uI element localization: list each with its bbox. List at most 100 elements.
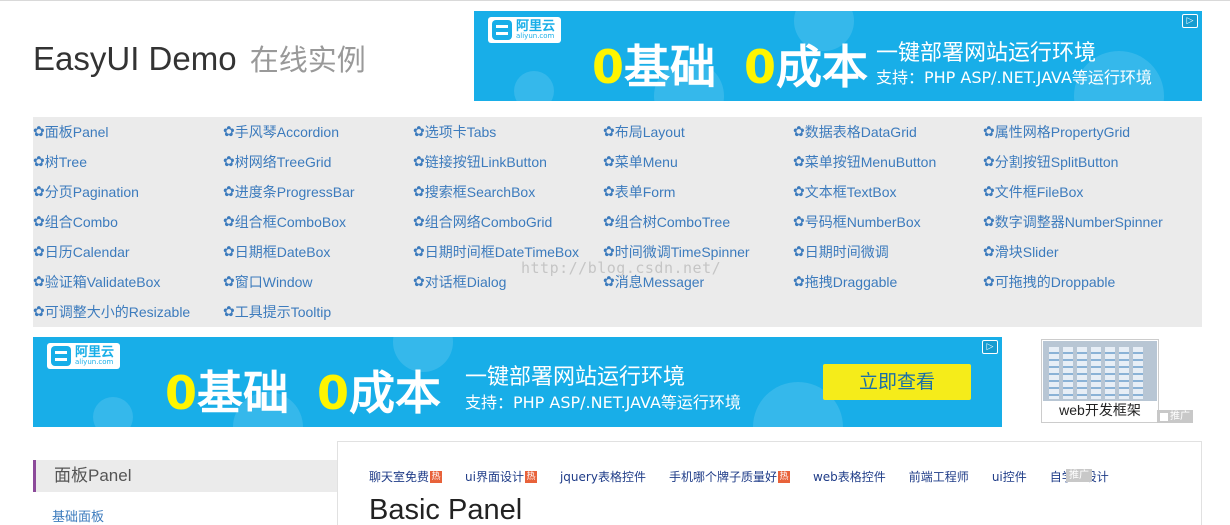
demo-nav-item-label: 组合树ComboTree (614, 214, 731, 230)
demo-nav-item[interactable]: ✿ 组合网络ComboGrid (413, 207, 603, 237)
demo-nav-item[interactable]: ✿ 组合Combo (33, 207, 223, 237)
hot-links-bar: 聊天室免费热 ui界面设计热 jquery表格控件 手机哪个牌子质量好热 web表格控件… (369, 468, 1132, 485)
demo-nav-item[interactable]: ✿ 拖拽Draggable (793, 267, 983, 297)
demo-nav-item[interactable]: ✿ 日期框DateBox (223, 237, 413, 267)
promo-tag-content[interactable]: 推广 (1066, 469, 1092, 482)
demo-nav-item[interactable]: ✿ 工具提示Tooltip (223, 297, 413, 327)
demo-nav-item-label: 菜单Menu (614, 154, 678, 170)
demo-nav-item-label: 树网络TreeGrid (234, 154, 332, 170)
hot-link[interactable]: jquery表格控件 (560, 468, 646, 485)
demo-nav-item[interactable]: ✿ 组合框ComboBox (223, 207, 413, 237)
demo-nav-item[interactable]: ✿ 验证箱ValidateBox (33, 267, 223, 297)
hot-link[interactable]: ui界面设计热 (465, 468, 537, 485)
demo-nav-item[interactable]: ✿ 可调整大小的Resizable (33, 297, 223, 327)
demo-nav-item-label: 分页Pagination (44, 184, 139, 200)
demo-nav-item-label: 数字调整器NumberSpinner (994, 214, 1163, 230)
demo-nav-item[interactable]: ✿ 文件框FileBox (983, 177, 1173, 207)
demo-nav-item[interactable]: ✿ 面板Panel (33, 117, 223, 147)
side-ad-web-framework[interactable]: web开发框架 (1041, 339, 1159, 423)
demo-nav-item-label: 可拖拽的Droppable (994, 274, 1116, 290)
promo-icon (1160, 412, 1168, 421)
gear-icon: ✿ (223, 304, 235, 320)
demo-nav-item[interactable]: ✿ 表单Form (603, 177, 793, 207)
demo-nav-item[interactable]: ✿ 菜单Menu (603, 147, 793, 177)
demo-nav-item-label: 文件框FileBox (994, 184, 1084, 200)
aliyun-logo-icon (492, 20, 512, 40)
ad-choices-icon[interactable]: ▷ (1182, 14, 1198, 28)
demo-nav-item[interactable]: ✿ 搜索框SearchBox (413, 177, 603, 207)
demo-nav-item-label: 属性网格PropertyGrid (994, 124, 1131, 140)
gear-icon: ✿ (33, 244, 45, 260)
framework-thumbnail (1043, 341, 1157, 401)
gear-icon: ✿ (793, 274, 805, 290)
aliyun-logo: 阿里云 aliyun.com (488, 17, 562, 43)
demo-nav-item-label: 日期时间微调 (804, 244, 889, 260)
hot-link[interactable]: web表格控件 (813, 468, 886, 485)
demo-nav-item[interactable]: ✿ 链接按钮LinkButton (413, 147, 603, 177)
gear-icon: ✿ (223, 154, 235, 170)
ad-support-text: 支持：PHP ASP/.NET.JAVA等运行环境 (465, 393, 741, 412)
demo-nav-item[interactable]: ✿ 分页Pagination (33, 177, 223, 207)
ad-tagline: 一键部署网站运行环境 (465, 365, 686, 390)
content-title: Basic Panel (369, 494, 523, 525)
demo-nav-item-label: 树Tree (44, 154, 88, 170)
sidebar-item-basic-panel[interactable]: 基础面板 (52, 506, 337, 525)
demo-nav-item[interactable]: ✿ 数据表格DataGrid (793, 117, 983, 147)
logo-en-text: aliyun.com (75, 358, 114, 366)
demo-nav-item[interactable]: ✿ 可拖拽的Droppable (983, 267, 1173, 297)
blog-watermark: http://blog.csdn.net/ (521, 259, 722, 277)
gear-icon: ✿ (413, 214, 425, 230)
demo-nav-item[interactable]: ✿ 数字调整器NumberSpinner (983, 207, 1173, 237)
hot-link[interactable]: 前端工程师 (909, 468, 969, 485)
demo-nav-item[interactable]: ✿ 滑块Slider (983, 237, 1173, 267)
gear-icon: ✿ (413, 274, 425, 290)
demo-nav-panel: ✿ 面板Panel ✿ 手风琴Accordion ✿ 选项卡Tabs ✿ 布局Layout ✿ 数… (33, 117, 1202, 327)
demo-nav-item[interactable]: ✿ 树Tree (33, 147, 223, 177)
content-area: 聊天室免费热 ui界面设计热 jquery表格控件 手机哪个牌子质量好热 web表格控件… (337, 441, 1202, 525)
demo-nav-item-label: 菜单按钮MenuButton (804, 154, 937, 170)
page-title-subtitle: 在线实例 (249, 43, 366, 77)
demo-nav-item[interactable]: ✿ 文本框TextBox (793, 177, 983, 207)
gear-icon: ✿ (793, 124, 805, 140)
demo-nav-item[interactable]: ✿ 分割按钮SplitButton (983, 147, 1173, 177)
ad-choices-icon[interactable]: ▷ (982, 340, 998, 354)
demo-nav-item[interactable]: ✿ 号码框NumberBox (793, 207, 983, 237)
demo-nav-item[interactable]: ✿ 树网络TreeGrid (223, 147, 413, 177)
gear-icon: ✿ (603, 244, 615, 260)
gear-icon: ✿ (413, 184, 425, 200)
demo-nav-item[interactable]: ✿ 日期时间微调 (793, 237, 983, 267)
demo-nav-item-label: 组合网络ComboGrid (424, 214, 553, 230)
demo-nav-item-label: 滑块Slider (994, 244, 1059, 260)
hot-link[interactable]: 聊天室免费热 (369, 468, 443, 485)
gear-icon: ✿ (983, 274, 995, 290)
demo-nav-item-label: 搜索框SearchBox (424, 184, 536, 200)
demo-nav-item-label: 工具提示Tooltip (234, 304, 332, 320)
hot-badge: 热 (777, 470, 790, 483)
demo-nav-item[interactable]: ✿ 手风琴Accordion (223, 117, 413, 147)
demo-nav-item-label: 选项卡Tabs (424, 124, 497, 140)
ad-banner-top[interactable]: 阿里云 aliyun.com 0基础 0成本 一键部署网站运行环境 支持：PHP… (474, 11, 1202, 101)
ad-support-text: 支持：PHP ASP/.NET.JAVA等运行环境 (876, 68, 1152, 87)
gear-icon: ✿ (603, 184, 615, 200)
demo-nav-item[interactable]: ✿ 属性网格PropertyGrid (983, 117, 1173, 147)
demo-nav-item[interactable]: ✿ 选项卡Tabs (413, 117, 603, 147)
demo-nav-item[interactable]: ✿ 组合树ComboTree (603, 207, 793, 237)
ad-banner-middle[interactable]: 阿里云 aliyun.com 0基础 0成本 一键部署网站运行环境 支持：PHP… (33, 337, 1002, 427)
view-now-button[interactable]: 立即查看 (823, 364, 971, 400)
aliyun-logo: 阿里云 aliyun.com (47, 343, 121, 369)
demo-nav-item[interactable]: ✿ 布局Layout (603, 117, 793, 147)
gear-icon: ✿ (603, 214, 615, 230)
demo-nav-item-label: 拖拽Draggable (804, 274, 898, 290)
hot-link[interactable]: ui控件 (992, 468, 1027, 485)
gear-icon: ✿ (603, 154, 615, 170)
demo-nav-item[interactable]: ✿ 菜单按钮MenuButton (793, 147, 983, 177)
gear-icon: ✿ (793, 184, 805, 200)
gear-icon: ✿ (33, 124, 45, 140)
demo-nav-item[interactable]: ✿ 进度条ProgressBar (223, 177, 413, 207)
gear-icon: ✿ (413, 154, 425, 170)
hot-link[interactable]: 手机哪个牌子质量好热 (669, 468, 790, 485)
aliyun-logo-icon (51, 346, 71, 366)
demo-nav-item[interactable]: ✿ 日历Calendar (33, 237, 223, 267)
demo-nav-item[interactable]: ✿ 窗口Window (223, 267, 413, 297)
promo-tag-side[interactable]: 推广 (1157, 410, 1193, 423)
